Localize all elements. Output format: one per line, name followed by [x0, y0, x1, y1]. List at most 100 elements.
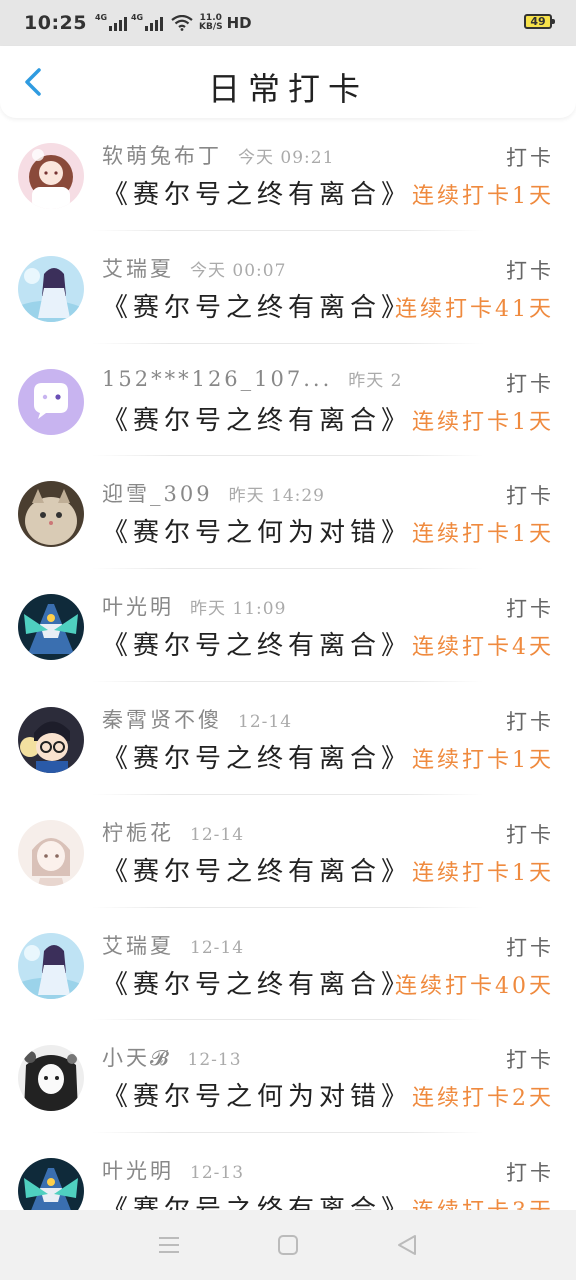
checkin-time: 昨天 11:09 [190, 599, 287, 620]
book-title[interactable]: 《赛尔号之终有离合》 [102, 1189, 412, 1210]
book-title[interactable]: 《赛尔号之终有离合》 [102, 964, 412, 1001]
book-title[interactable]: 《赛尔号之何为对错》 [102, 512, 412, 549]
user-name[interactable]: 柠栀花 [102, 817, 174, 847]
avatar[interactable] [18, 594, 84, 661]
battery-icon: 49 [524, 14, 555, 29]
book-title[interactable]: 《赛尔号之何为对错》 [102, 1076, 412, 1113]
streak-count: 连续打卡2天 [412, 1086, 554, 1112]
checkin-row[interactable]: 叶光明 昨天 11:09 打卡《赛尔号之终有离合》 连续打卡4天 [0, 569, 576, 682]
status-time: 10:25 [24, 12, 87, 34]
checkin-row[interactable]: 艾瑞夏 12-14 打卡《赛尔号之终有离合》 连续打卡40天 [0, 908, 576, 1021]
user-name[interactable]: 叶光明 [102, 591, 174, 621]
avatar[interactable] [18, 255, 84, 322]
user-meta: 秦霄贤不傻 12-14 [102, 704, 402, 734]
avatar[interactable] [18, 819, 84, 886]
user-name[interactable]: 艾瑞夏 [102, 930, 174, 960]
checkin-row[interactable]: 艾瑞夏 今天 00:07 打卡《赛尔号之终有离合》 连续打卡41天 [0, 231, 576, 344]
checkin-row[interactable]: 152***126_107... 昨天 21:06 打卡《赛尔号之终有离合》连续打卡… [0, 344, 576, 457]
menu-icon[interactable] [158, 1235, 180, 1255]
user-meta: 迎雪_309 昨天 14:29 [102, 478, 402, 508]
book-title[interactable]: 《赛尔号之终有离合》 [102, 400, 412, 437]
checkin-row[interactable]: 秦霄贤不傻 12-14 打卡《赛尔号之终有离合》 连续打卡1天 [0, 682, 576, 795]
action-label: 打卡 [506, 484, 554, 509]
battery-level: 49 [530, 15, 546, 28]
checkin-time: 12-14 [238, 711, 293, 732]
action-label: 打卡 [506, 822, 554, 847]
checkin-time: 昨天 21:06 [348, 370, 402, 391]
user-name[interactable]: 秦霄贤不傻 [102, 704, 222, 734]
checkin-row[interactable]: 软萌兔布丁 今天 09:21 打卡《赛尔号之终有离合》 连续打卡1天 [0, 118, 576, 231]
back-triangle-icon[interactable] [396, 1234, 418, 1256]
checkin-time: 12-13 [190, 1163, 245, 1184]
avatar[interactable] [18, 1045, 84, 1112]
action-label: 打卡 [506, 258, 554, 283]
action-label: 打卡 [506, 709, 554, 734]
checkin-row[interactable]: 柠栀花 12-14 打卡《赛尔号之终有离合》 连续打卡1天 [0, 795, 576, 908]
user-meta: 叶光明 昨天 11:09 [102, 591, 402, 621]
checkin-row[interactable]: 小天𝓑 12-13 打卡《赛尔号之何为对错》 连续打卡2天 [0, 1020, 576, 1134]
action-label: 打卡 [506, 1161, 554, 1186]
checkin-time: 今天 09:21 [238, 148, 335, 168]
book-title[interactable]: 《赛尔号之终有离合》 [102, 174, 412, 211]
streak-count: 连续打卡1天 [412, 409, 554, 435]
avatar[interactable] [18, 368, 84, 435]
user-name[interactable]: 152***126_107... [102, 367, 332, 391]
book-title[interactable]: 《赛尔号之终有离合》 [102, 287, 412, 324]
user-meta: 小天𝓑 12-13 [102, 1042, 402, 1072]
signal-icon: 4G [94, 13, 127, 31]
network-type-2: 4G [130, 13, 144, 22]
user-name[interactable]: 小天𝓑 [102, 1042, 172, 1072]
avatar[interactable] [18, 706, 84, 773]
user-name[interactable]: 叶光明 [102, 1155, 174, 1185]
network-type-1: 4G [94, 13, 108, 22]
user-meta: 软萌兔布丁 今天 09:21 [102, 140, 402, 170]
streak-count: 连续打卡1天 [412, 747, 554, 773]
checkin-time: 昨天 14:29 [228, 486, 325, 507]
hd-indicator: HD [226, 14, 252, 32]
signal-icon: 4G [130, 13, 163, 31]
checkin-row[interactable]: 迎雪_309 昨天 14:29 打卡《赛尔号之何为对错》 连续打卡1天 [0, 456, 576, 570]
book-title[interactable]: 《赛尔号之终有离合》 [102, 738, 412, 775]
wifi-icon [171, 15, 193, 31]
checkin-row[interactable]: 叶光明 12-13 打卡《赛尔号之终有离合》连续打卡3天 [0, 1133, 576, 1210]
streak-count: 连续打卡1天 [412, 184, 554, 209]
user-meta: 叶光明 12-13 [102, 1155, 402, 1185]
user-meta: 柠栀花 12-14 [102, 817, 402, 847]
book-title[interactable]: 《赛尔号之终有离合》 [102, 851, 412, 888]
user-name[interactable]: 软萌兔布丁 [102, 140, 222, 170]
action-label: 打卡 [506, 597, 554, 622]
streak-count: 连续打卡41天 [395, 296, 554, 322]
user-meta: 艾瑞夏 12-14 [102, 930, 402, 960]
user-name[interactable]: 迎雪_309 [102, 478, 213, 508]
system-nav-bar [0, 1210, 576, 1280]
streak-count: 连续打卡1天 [412, 522, 554, 548]
checkin-time: 12-14 [190, 937, 245, 958]
streak-count: 连续打卡3天 [412, 1193, 554, 1210]
user-meta: 152***126_107... 昨天 21:06 [102, 366, 402, 391]
avatar[interactable] [18, 932, 84, 999]
action-label: 打卡 [506, 371, 554, 396]
book-title[interactable]: 《赛尔号之终有离合》 [102, 625, 412, 662]
streak-count: 连续打卡1天 [412, 860, 554, 886]
avatar[interactable] [18, 1158, 84, 1210]
status-bar: 10:25 4G 4G 11.0 KB/S HD 49 [0, 0, 576, 46]
home-icon[interactable] [277, 1234, 299, 1256]
checkin-time: 12-14 [190, 824, 245, 845]
speed-unit: KB/S [198, 22, 223, 32]
streak-count: 连续打卡4天 [412, 635, 554, 661]
page-title: 日常打卡 [207, 70, 368, 108]
action-label: 打卡 [506, 146, 554, 170]
checkin-time: 12-13 [187, 1050, 242, 1071]
action-label: 打卡 [506, 1048, 554, 1073]
user-meta: 艾瑞夏 今天 00:07 [102, 253, 402, 283]
network-speed: 11.0 KB/S [199, 14, 223, 32]
action-label: 打卡 [506, 935, 554, 960]
user-name[interactable]: 艾瑞夏 [102, 253, 174, 283]
top-bar: 日常打卡 [0, 46, 576, 118]
checkin-list[interactable]: 软萌兔布丁 今天 09:21 打卡 《赛尔号之终有离合》 连续打卡1天 艾瑞夏 今天 00:… [0, 118, 576, 1210]
avatar[interactable] [18, 481, 84, 548]
avatar[interactable] [18, 143, 84, 209]
checkin-time: 今天 00:07 [190, 260, 287, 281]
streak-count: 连续打卡40天 [395, 973, 554, 999]
status-icons: 4G 4G 11.0 KB/S HD [94, 13, 252, 32]
